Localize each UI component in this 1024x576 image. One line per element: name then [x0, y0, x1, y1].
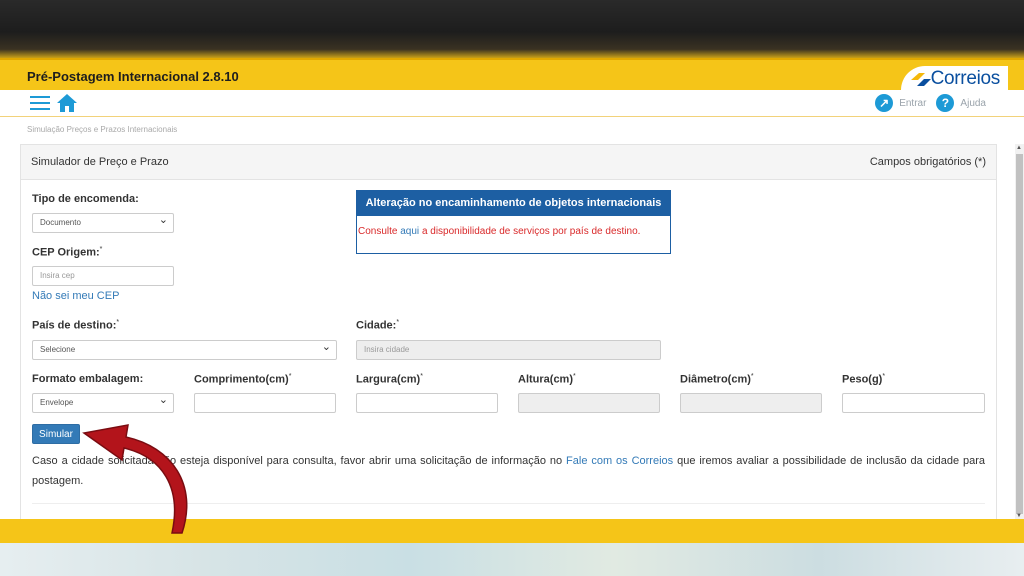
largura-label: Largura(cm)* [356, 373, 423, 386]
largura-input[interactable] [356, 393, 498, 413]
tipo-label: Tipo de encomenda: [32, 193, 139, 205]
help-icon[interactable]: ? [936, 94, 955, 112]
required-note: Campos obrigatórios (*) [869, 156, 986, 168]
home-icon[interactable] [56, 93, 78, 113]
cep-label: CEP Origem:* [32, 246, 103, 259]
pais-label: País de destino:* [32, 319, 120, 332]
panel-header: Simulador de Preço e Prazo Campos obriga… [21, 145, 996, 180]
scroll-thumb[interactable] [1016, 154, 1023, 514]
nav-bar: ↗ Entrar ? Ajuda [0, 90, 1024, 117]
cep-help-link[interactable]: Não sei meu CEP [32, 290, 119, 302]
altura-input[interactable] [518, 393, 660, 413]
peso-label: Peso(g)* [842, 373, 886, 386]
page-scrollbar[interactable]: ▲ ▼ [1015, 144, 1024, 520]
video-bottom-blur [0, 543, 1024, 576]
menu-icon[interactable] [30, 96, 50, 110]
alert-body: Consulte aqui a disponibilidade de servi… [358, 226, 641, 237]
comprimento-input[interactable] [194, 393, 336, 413]
fale-conosco-link[interactable]: Fale com os Correios [566, 455, 673, 467]
help-link[interactable]: Ajuda [960, 98, 986, 109]
app-header: Pré-Postagem Internacional 2.8.10 Correi… [0, 58, 1024, 92]
panel-title: Simulador de Preço e Prazo [31, 156, 169, 168]
pais-select[interactable]: Selecione [32, 338, 337, 360]
nav-actions: ↗ Entrar ? Ajuda [875, 94, 990, 112]
tipo-select[interactable]: Documento [32, 211, 174, 233]
annotation-arrow-icon [82, 424, 188, 534]
app-title: Pré-Postagem Internacional 2.8.10 [27, 69, 239, 84]
simular-button[interactable]: Simular [32, 424, 80, 444]
login-arrow-icon[interactable]: ↗ [875, 94, 894, 112]
diametro-input[interactable] [680, 393, 822, 413]
alert-link[interactable]: aqui [400, 226, 419, 237]
comprimento-label: Comprimento(cm)* [194, 373, 292, 386]
cidade-label: Cidade:* [356, 319, 400, 332]
peso-input[interactable] [842, 393, 985, 413]
video-top-band [0, 0, 1024, 58]
correios-logo: Correios [900, 66, 1008, 92]
scroll-up-icon[interactable]: ▲ [1016, 145, 1022, 151]
alert-title: Alteração no encaminhamento de objetos i… [357, 191, 670, 216]
diametro-label: Diâmetro(cm)* [680, 373, 754, 386]
cep-input[interactable]: Insira cep [32, 266, 174, 286]
alert-box: Alteração no encaminhamento de objetos i… [356, 190, 671, 254]
correios-logo-icon [910, 73, 931, 86]
formato-select[interactable]: Envelope [32, 391, 174, 413]
breadcrumb[interactable]: Simulação Preços e Prazos Internacionais [27, 125, 177, 134]
cidade-input[interactable]: Insira cidade [356, 340, 661, 360]
login-link[interactable]: Entrar [899, 98, 926, 109]
logo-text: Correios [930, 68, 1001, 89]
formato-label: Formato embalagem: [32, 373, 144, 385]
altura-label: Altura(cm)* [518, 373, 576, 386]
